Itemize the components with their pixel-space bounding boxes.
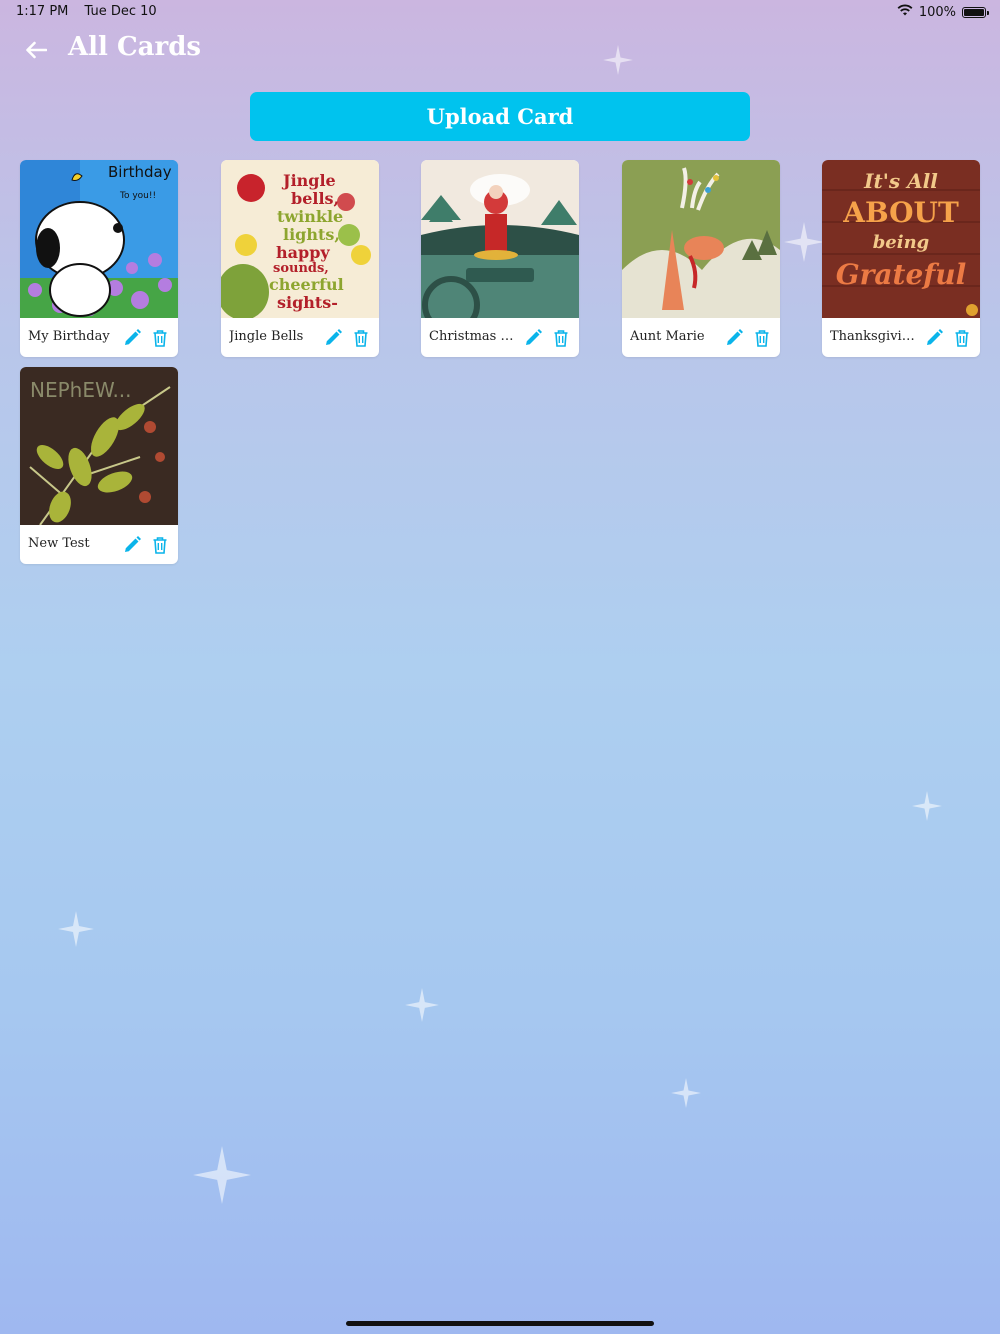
thumb-text: twinkle <box>277 207 343 226</box>
card-footer: Christmas Car <box>421 318 579 357</box>
status-bar: 1:17 PM Tue Dec 10 100% <box>0 0 1000 24</box>
page-title: All Cards <box>68 32 202 62</box>
card-name: My Birthday <box>28 329 110 344</box>
thumb-text: NEPhEW... <box>30 378 132 402</box>
wifi-icon <box>897 4 913 20</box>
upload-card-button[interactable]: Upload Card <box>250 92 750 141</box>
sparkle-icon <box>58 911 94 951</box>
thumb-text: sights- <box>277 293 338 312</box>
card-item[interactable]: Jingle bells, twinkle lights, happy soun… <box>221 160 379 357</box>
edit-button[interactable] <box>323 328 343 348</box>
status-time: 1:17 PM <box>16 4 69 19</box>
card-name: Jingle Bells <box>229 329 304 344</box>
delete-button[interactable] <box>150 328 170 348</box>
card-footer: New Test <box>20 525 178 564</box>
card-name: Aunt Marie <box>630 329 705 344</box>
delete-button[interactable] <box>952 328 972 348</box>
thumb-text: It's All <box>863 169 938 193</box>
edit-button[interactable] <box>122 535 142 555</box>
pencil-icon <box>526 329 542 345</box>
thumb-text: lights, <box>283 225 340 244</box>
card-item[interactable]: Aunt Marie <box>622 160 780 357</box>
card-name: Christmas Car <box>429 329 515 344</box>
pencil-icon <box>125 329 141 345</box>
card-footer: Thanksgiving <box>822 318 980 357</box>
thumb-text: being <box>873 232 930 253</box>
trash-icon <box>955 330 969 347</box>
pencil-icon <box>326 329 342 345</box>
thumb-text: Grateful <box>836 258 967 291</box>
card-footer: Aunt Marie <box>622 318 780 357</box>
thumb-text: ABOUT <box>842 196 959 229</box>
battery-icon <box>962 6 989 18</box>
thumb-text: bells, <box>291 189 339 208</box>
card-item[interactable]: Birthday To you!! My Birthday <box>20 160 178 357</box>
home-indicator[interactable] <box>346 1321 654 1326</box>
card-thumbnail[interactable]: Birthday To you!! <box>20 160 178 318</box>
battery-percent: 100% <box>918 4 956 20</box>
pencil-icon <box>727 329 743 345</box>
sparkle-icon <box>912 791 942 825</box>
card-thumbnail[interactable]: It's All ABOUT being Grateful <box>822 160 980 318</box>
card-name: Thanksgiving <box>830 329 916 344</box>
delete-button[interactable] <box>351 328 371 348</box>
edit-button[interactable] <box>724 328 744 348</box>
sparkle-icon <box>193 1146 251 1208</box>
trash-icon <box>153 537 167 554</box>
pencil-icon <box>125 536 141 552</box>
card-thumbnail[interactable]: Jingle bells, twinkle lights, happy soun… <box>221 160 379 318</box>
delete-button[interactable] <box>551 328 571 348</box>
thumb-text: Jingle <box>281 171 336 190</box>
thumb-text: sounds, <box>273 261 329 276</box>
trash-icon <box>354 330 368 347</box>
card-item[interactable]: NEPhEW... New Test <box>20 367 178 564</box>
thumb-text: cheerful <box>269 275 344 294</box>
pencil-icon <box>927 329 943 345</box>
edit-button[interactable] <box>924 328 944 348</box>
delete-button[interactable] <box>150 535 170 555</box>
card-thumbnail[interactable] <box>421 160 579 318</box>
status-date: Tue Dec 10 <box>84 4 157 19</box>
edit-button[interactable] <box>523 328 543 348</box>
trash-icon <box>755 330 769 347</box>
sparkle-icon <box>784 222 824 266</box>
arrow-left-icon <box>26 41 47 59</box>
trash-icon <box>153 330 167 347</box>
delete-button[interactable] <box>752 328 772 348</box>
thumb-text: To you!! <box>119 191 156 201</box>
card-thumbnail[interactable]: NEPhEW... <box>20 367 178 525</box>
sparkle-icon <box>671 1078 701 1112</box>
card-footer: My Birthday <box>20 318 178 357</box>
battery-level <box>964 8 984 16</box>
card-name: New Test <box>28 536 90 551</box>
edit-button[interactable] <box>122 328 142 348</box>
back-button[interactable] <box>20 34 52 66</box>
sparkle-icon <box>405 988 439 1026</box>
header: All Cards <box>0 28 1000 72</box>
trash-icon <box>554 330 568 347</box>
thumb-text: happy <box>276 243 330 262</box>
card-item[interactable]: It's All ABOUT being Grateful Thanksgivi… <box>822 160 980 357</box>
card-thumbnail[interactable] <box>622 160 780 318</box>
card-item[interactable]: Christmas Car <box>421 160 579 357</box>
thumb-text: Birthday <box>108 163 172 181</box>
card-footer: Jingle Bells <box>221 318 379 357</box>
